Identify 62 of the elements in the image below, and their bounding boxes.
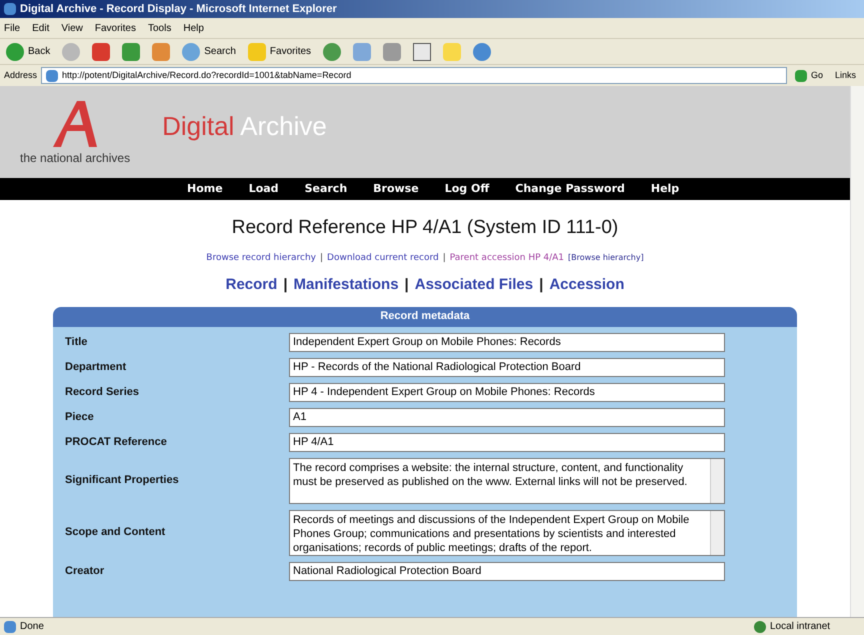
menu-item[interactable]: Edit bbox=[32, 20, 50, 36]
field-label: Scope and Content bbox=[64, 525, 166, 540]
separator: | bbox=[539, 275, 544, 295]
zone-text: Local intranet bbox=[770, 620, 832, 634]
separator: | bbox=[320, 252, 324, 264]
link[interactable]: Parent accession HP 4/A1 bbox=[450, 252, 564, 265]
status-text: Done bbox=[20, 620, 45, 634]
menu-item[interactable]: Help bbox=[183, 20, 204, 36]
tab-link[interactable]: Record bbox=[226, 274, 278, 296]
field-label: Department bbox=[64, 360, 128, 375]
input-field[interactable]: National Radiological Protection Board bbox=[289, 562, 725, 580]
input-field[interactable]: HP 4 - Independent Expert Group on Mobile Phones: Records bbox=[289, 382, 725, 402]
toolbar-button[interactable]: Search bbox=[180, 42, 238, 60]
logo: the national archives bbox=[20, 97, 130, 167]
nav-link[interactable]: Search bbox=[304, 180, 348, 198]
nav-link[interactable]: Log Off bbox=[444, 180, 490, 198]
nav-link[interactable]: Change Password bbox=[515, 180, 625, 198]
nav-link[interactable]: Load bbox=[248, 180, 279, 198]
link[interactable]: Browse record hierarchy bbox=[206, 252, 316, 265]
toolbar-button[interactable]: Back bbox=[4, 42, 52, 60]
tab-link[interactable]: Manifestations bbox=[294, 274, 399, 296]
field-label: Significant Properties bbox=[64, 473, 180, 488]
toolbar-button[interactable] bbox=[321, 42, 344, 60]
links-label[interactable]: Links bbox=[830, 68, 860, 82]
nav-link[interactable]: Home bbox=[187, 180, 223, 198]
address-label: Address bbox=[4, 68, 38, 82]
menu-item[interactable]: File bbox=[4, 20, 20, 36]
input-field[interactable]: A1 bbox=[289, 408, 725, 426]
panel-header: Record metadata bbox=[53, 306, 797, 326]
menu-item[interactable]: Tools bbox=[148, 20, 172, 36]
separator: | bbox=[283, 275, 288, 295]
toolbar-button[interactable] bbox=[471, 42, 494, 60]
nav-link[interactable]: Browse bbox=[373, 180, 419, 198]
field-label: Record Series bbox=[64, 384, 140, 400]
page-heading: Record Reference HP 4/A1 (System ID 111-0) bbox=[230, 216, 620, 240]
separator: | bbox=[404, 275, 409, 295]
bracket-link[interactable]: [Browse hierarchy] bbox=[568, 252, 644, 264]
tab-link[interactable]: Associated Files bbox=[414, 274, 534, 296]
window-title: Digital Archive - Record Display - Microsoft Internet Explorer bbox=[20, 2, 337, 17]
field-label: PROCAT Reference bbox=[64, 434, 168, 450]
menu-item[interactable]: Favorites bbox=[94, 20, 136, 36]
input-field[interactable]: HP 4/A1 bbox=[289, 432, 725, 452]
scrollbar-drawing bbox=[710, 458, 724, 502]
field-label: Creator bbox=[64, 564, 106, 579]
text-area[interactable]: The record comprises a website: the internal structure, content, and functionality must be preserved as published on the www. External links will not be preserved. bbox=[289, 458, 725, 504]
link[interactable]: Download current record bbox=[327, 252, 439, 265]
input-field[interactable]: Independent Expert Group on Mobile Phones: Records bbox=[289, 332, 725, 352]
toolbar-button[interactable]: Favorites bbox=[246, 42, 314, 60]
field-label: Title bbox=[64, 334, 88, 350]
separator: | bbox=[442, 252, 446, 264]
go-button[interactable]: Go bbox=[790, 68, 827, 82]
field-label: Piece bbox=[64, 410, 95, 425]
text-area[interactable]: Records of meetings and discussions of the Independent Expert Group on Mobile Phones Group; communications and presentations by scientists and interested organisations; records of public meetings; drafts of the report. bbox=[289, 510, 725, 556]
toolbar-button[interactable] bbox=[411, 42, 434, 60]
menu-item[interactable]: View bbox=[61, 20, 83, 36]
tab-link[interactable]: Accession bbox=[549, 274, 624, 296]
nav-link[interactable]: Help bbox=[650, 180, 680, 198]
toolbar-button[interactable] bbox=[90, 42, 112, 60]
toolbar-button[interactable] bbox=[120, 42, 142, 60]
address-field[interactable]: http://potent/DigitalArchive/Record.do?recordId=1001&tabName=Record bbox=[41, 67, 787, 84]
input-field[interactable]: HP - Records of the National Radiological Protection Board bbox=[289, 358, 725, 376]
scrollbar-drawing bbox=[710, 510, 724, 554]
